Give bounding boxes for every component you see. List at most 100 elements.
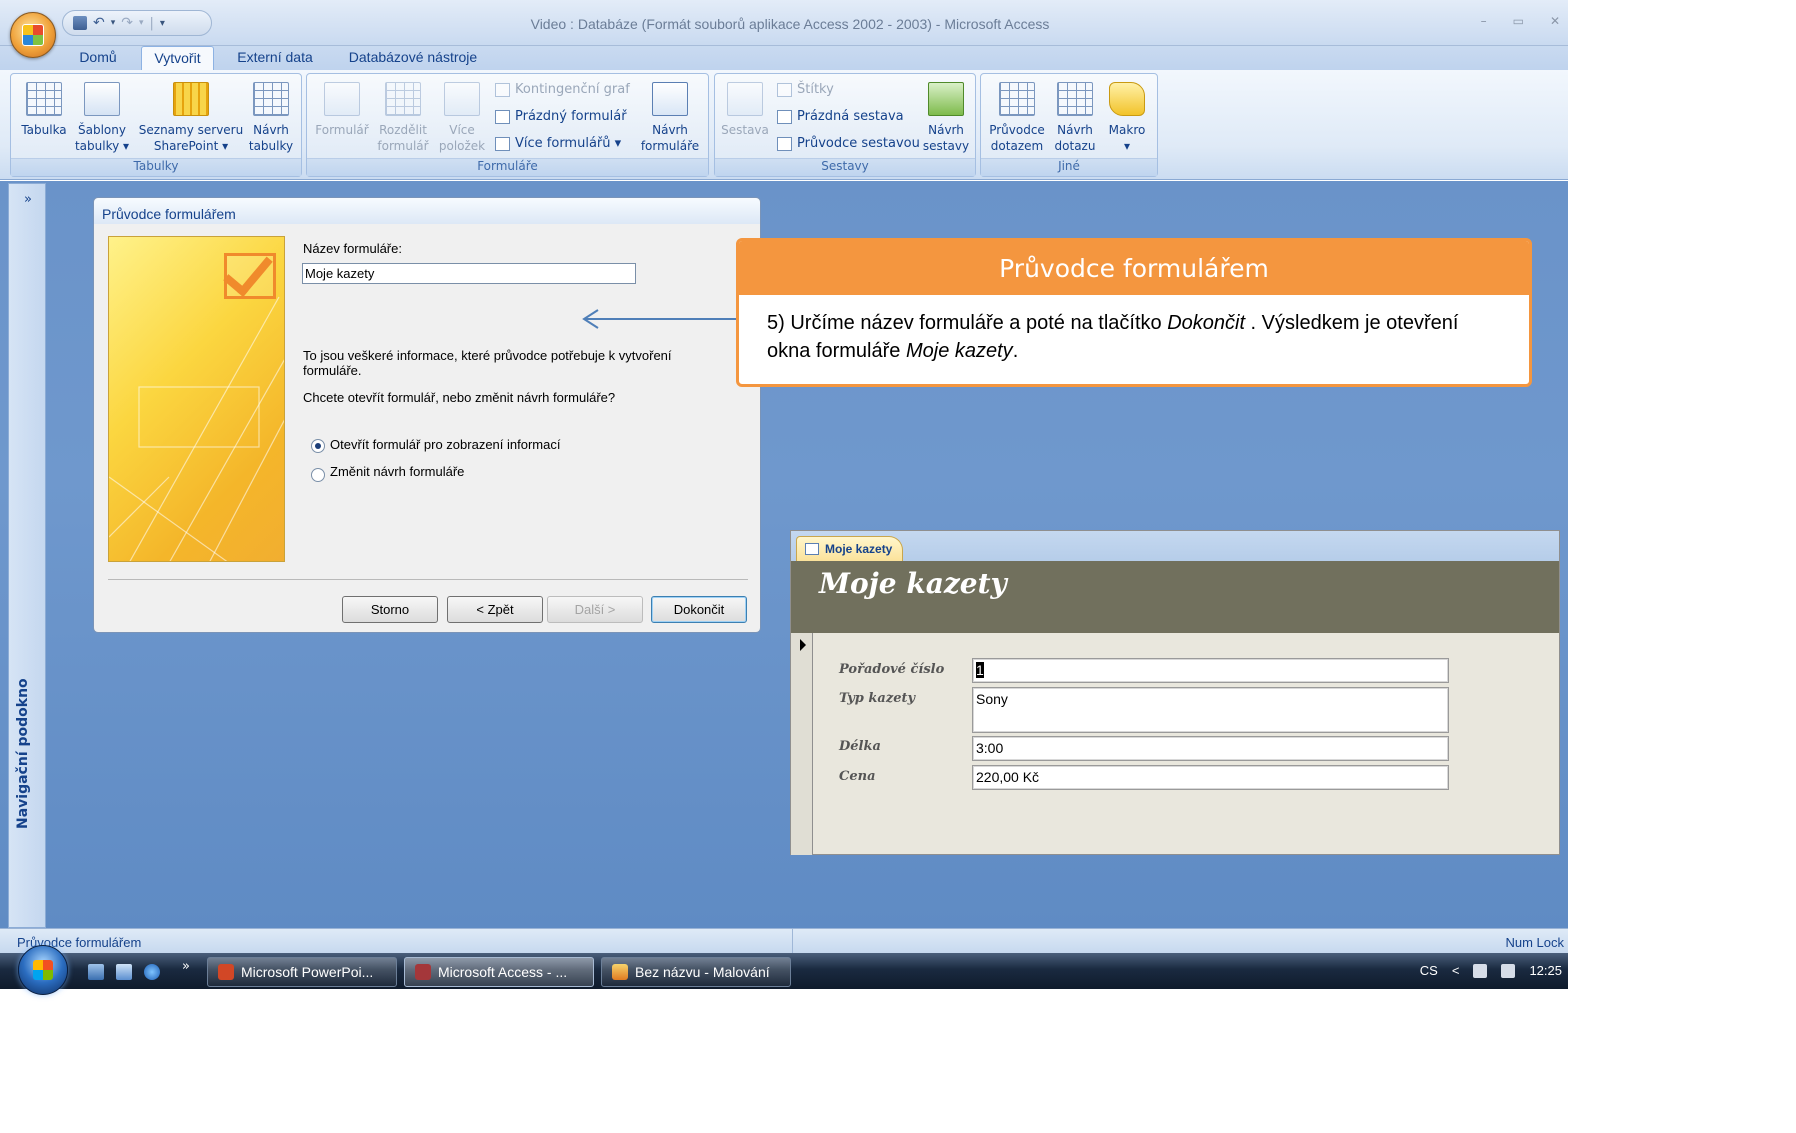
- tray-expand-icon[interactable]: <: [1452, 963, 1460, 978]
- field-poradove-cislo[interactable]: 1: [972, 658, 1449, 683]
- undo-dropdown-icon[interactable]: ▾: [111, 18, 116, 28]
- tab-vytvorit[interactable]: Vytvořit: [141, 46, 214, 71]
- title-bar: ↶ ▾ ↷ ▾ | ▾ Video : Databáze (Formát sou…: [0, 0, 1568, 46]
- taskbar: » Microsoft PowerPoi... Microsoft Access…: [0, 945, 1568, 995]
- ribbon-group-formulare: Formulář Rozdělit formulář Více položek …: [306, 73, 709, 177]
- radio-modify-design-label[interactable]: Změnit návrh formuláře: [330, 464, 464, 479]
- navrh-tabulky-button[interactable]: Návrh tabulky: [245, 82, 297, 154]
- office-button[interactable]: [10, 12, 56, 58]
- blank-report-icon: [777, 109, 792, 124]
- ribbon-group-tabulky: Tabulka Šablony tabulky ▾ Seznamy server…: [10, 73, 302, 177]
- tab-databazove-nastroje[interactable]: Databázové nástroje: [338, 46, 488, 71]
- rozdelit-formular-button[interactable]: Rozdělit formulář: [373, 82, 433, 154]
- ribbon-group-label: Formuláře: [307, 158, 708, 176]
- report-wizard-icon: [777, 136, 792, 151]
- record-selector[interactable]: [791, 633, 813, 855]
- save-icon[interactable]: [73, 16, 87, 30]
- multiple-items-icon: [444, 82, 480, 116]
- pointer-arrow: [582, 309, 738, 329]
- language-indicator[interactable]: CS: [1420, 963, 1438, 978]
- form-name-input[interactable]: [302, 263, 636, 284]
- form-design-icon: [652, 82, 688, 116]
- paint-icon: [612, 964, 628, 980]
- prazdny-formular-button[interactable]: Prázdný formulář: [495, 109, 627, 124]
- prazdna-sestava-button[interactable]: Prázdná sestava: [777, 109, 904, 124]
- dialog-title: Průvodce formulářem: [102, 206, 236, 222]
- vice-polozek-button[interactable]: Více položek: [435, 82, 489, 154]
- navrh-formulare-button[interactable]: Návrh formuláře: [637, 82, 703, 154]
- moje-kazety-form-window: Moje kazety Moje kazety Pořadové číslo 1…: [790, 530, 1560, 855]
- sharepoint-lists-button[interactable]: Seznamy serveru SharePoint ▾: [135, 82, 247, 154]
- sestava-button[interactable]: Sestava: [717, 82, 773, 138]
- quick-access-toolbar: ↶ ▾ ↷ ▾ | ▾: [62, 10, 212, 36]
- callout-title: Průvodce formulářem: [739, 241, 1529, 295]
- field-delka[interactable]: 3:00: [972, 736, 1449, 761]
- cancel-button[interactable]: Storno: [342, 596, 438, 623]
- vice-formularu-button[interactable]: Více formulářů ▾: [495, 136, 621, 151]
- table-templates-icon: [84, 82, 120, 116]
- dialog-title-bar: Průvodce formulářem: [94, 198, 760, 224]
- nav-pane-toggle-icon[interactable]: »: [9, 192, 47, 207]
- pruvodce-sestavou-button[interactable]: Průvodce sestavou: [777, 136, 920, 151]
- task-access[interactable]: Microsoft Access - ...: [404, 957, 594, 987]
- internet-explorer-icon[interactable]: [144, 964, 160, 980]
- document-tab-bar: Moje kazety: [791, 531, 1559, 561]
- form-name-label: Název formuláře:: [303, 241, 402, 256]
- query-design-icon: [1057, 82, 1093, 116]
- ribbon: Tabulka Šablony tabulky ▾ Seznamy server…: [0, 70, 1568, 180]
- access-icon: [415, 964, 431, 980]
- tab-externi-data[interactable]: Externí data: [226, 46, 324, 71]
- open-or-modify-question: Chcete otevřít formulář, nebo změnit náv…: [303, 390, 616, 405]
- table-design-icon: [253, 82, 289, 116]
- redo-icon[interactable]: ↷: [121, 15, 133, 31]
- status-divider: [792, 929, 793, 954]
- pruvodce-dotazem-button[interactable]: Průvodce dotazem: [985, 82, 1049, 154]
- redo-dropdown-icon[interactable]: ▾: [139, 18, 144, 28]
- close-button[interactable]: ✕: [1550, 14, 1560, 28]
- labels-icon: [777, 82, 792, 97]
- navrh-sestavy-button[interactable]: Návrh sestavy: [919, 82, 973, 154]
- finish-button[interactable]: Dokončit: [651, 596, 747, 623]
- more-forms-icon: [495, 136, 510, 151]
- tabulka-button[interactable]: Tabulka: [15, 82, 73, 138]
- info-text-line2: formuláře.: [303, 363, 362, 378]
- next-button[interactable]: Další >: [547, 596, 643, 623]
- field-label-delka: Délka: [839, 739, 881, 754]
- document-tab-moje-kazety[interactable]: Moje kazety: [796, 536, 904, 561]
- customize-qat-icon[interactable]: ▾: [160, 18, 165, 29]
- stitky-button[interactable]: Štítky: [777, 82, 834, 97]
- makro-button[interactable]: Makro ▾: [1101, 82, 1153, 154]
- undo-icon[interactable]: ↶: [93, 15, 105, 31]
- minimize-button[interactable]: –: [1481, 14, 1487, 28]
- quick-launch-chevron[interactable]: »: [182, 959, 190, 974]
- task-powerpoint[interactable]: Microsoft PowerPoi...: [207, 957, 397, 987]
- network-icon[interactable]: [1473, 963, 1488, 978]
- radio-modify-design[interactable]: [311, 468, 325, 482]
- task-paint[interactable]: Bez názvu - Malování: [601, 957, 791, 987]
- back-button[interactable]: < Zpět: [447, 596, 543, 623]
- window-controls: – ▭ ✕: [1481, 14, 1568, 28]
- maximize-button[interactable]: ▭: [1513, 14, 1524, 28]
- clock[interactable]: 12:25: [1529, 963, 1562, 978]
- radio-open-form[interactable]: [311, 439, 325, 453]
- checkmark-icon: [224, 253, 276, 299]
- volume-icon[interactable]: [1501, 963, 1516, 978]
- navigation-pane[interactable]: » Navigační podokno: [8, 183, 46, 928]
- tab-domu[interactable]: Domů: [67, 46, 129, 71]
- current-record-icon: [800, 639, 806, 651]
- switch-windows-icon[interactable]: [116, 964, 132, 980]
- sablony-tabulky-button[interactable]: Šablony tabulky ▾: [73, 82, 131, 154]
- callout-text: 5) Určíme název formuláře a poté na tlač…: [767, 312, 1459, 362]
- kontingencni-graf-button[interactable]: Kontingenční graf: [495, 82, 630, 97]
- instruction-callout: Průvodce formulářem 5) Určíme název form…: [736, 238, 1532, 387]
- field-typ-kazety[interactable]: Sony: [972, 687, 1449, 733]
- show-desktop-icon[interactable]: [88, 964, 104, 980]
- ribbon-group-label: Tabulky: [11, 158, 301, 176]
- formular-button[interactable]: Formulář: [311, 82, 373, 138]
- field-cena[interactable]: 220,00 Kč: [972, 765, 1449, 790]
- navrh-dotazu-button[interactable]: Návrh dotazu: [1049, 82, 1101, 154]
- sharepoint-list-icon: [173, 82, 209, 116]
- report-icon: [727, 82, 763, 116]
- start-button[interactable]: [18, 945, 68, 995]
- radio-open-form-label[interactable]: Otevřít formulář pro zobrazení informací: [330, 437, 560, 452]
